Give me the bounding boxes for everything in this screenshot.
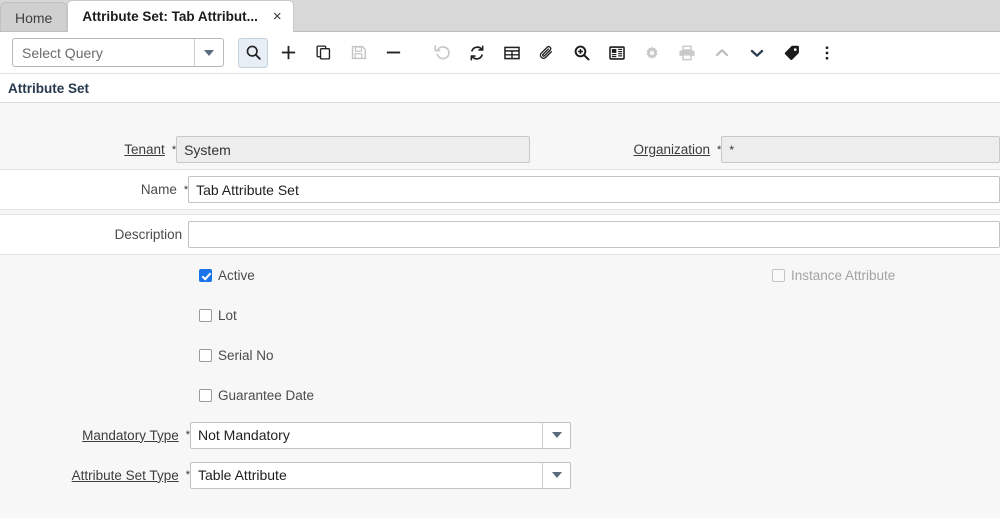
guarantee-date-checkbox[interactable]: Guarantee Date <box>199 388 314 403</box>
chevron-down-icon[interactable] <box>543 432 570 438</box>
tenant-value: System <box>184 142 231 158</box>
instance-attribute-checkbox[interactable]: Instance Attribute <box>772 268 1000 283</box>
tag-icon[interactable] <box>777 38 807 68</box>
close-icon[interactable]: × <box>270 8 285 25</box>
serial-no-checkbox[interactable]: Serial No <box>199 348 274 363</box>
attribute-set-type-dropdown[interactable]: Table Attribute <box>190 462 571 489</box>
lot-label: Lot <box>218 308 237 323</box>
instance-attribute-label: Instance Attribute <box>791 268 895 283</box>
row-guarantee-date: Guarantee Date <box>0 375 1000 415</box>
select-query-value: Select Query <box>13 45 194 61</box>
mandatory-type-dropdown[interactable]: Not Mandatory <box>190 422 571 449</box>
chevron-down-icon[interactable] <box>543 472 570 478</box>
description-label: Description <box>115 227 189 242</box>
name-value: Tab Attribute Set <box>196 182 299 198</box>
search-icon[interactable] <box>238 38 268 68</box>
name-field[interactable]: Tab Attribute Set <box>188 176 1000 203</box>
toolbar: Select Query <box>0 32 1000 74</box>
grid-toggle-icon[interactable] <box>497 38 527 68</box>
print-icon[interactable] <box>672 38 702 68</box>
attribute-set-form: Tenant* System Organization* * Name* Tab… <box>0 103 1000 518</box>
row-mandatory-type: Mandatory Type* Not Mandatory <box>0 415 1000 455</box>
row-serial-no: Serial No <box>0 335 1000 375</box>
tenant-label-cell: Tenant* <box>0 142 176 157</box>
tab-attribute-set[interactable]: Attribute Set: Tab Attribut... × <box>67 0 293 32</box>
chevron-up-icon[interactable] <box>707 38 737 68</box>
delete-icon[interactable] <box>378 38 408 68</box>
row-attribute-set-type: Attribute Set Type* Table Attribute <box>0 455 1000 495</box>
name-label-cell: Name* <box>0 182 188 197</box>
mandatory-type-label-cell: Mandatory Type* <box>0 428 190 443</box>
tenant-field[interactable]: System <box>176 136 530 163</box>
form-top-spacer <box>0 103 1000 130</box>
active-label: Active <box>218 268 255 283</box>
checkbox-icon <box>199 349 212 362</box>
row-lot: Lot <box>0 295 1000 335</box>
guarantee-date-label: Guarantee Date <box>218 388 314 403</box>
row-active-instance: Active Instance Attribute <box>0 255 1000 295</box>
description-field[interactable] <box>188 221 1000 248</box>
organization-value: * <box>729 143 734 157</box>
description-label-cell: Description <box>0 227 188 242</box>
page-title: Attribute Set <box>0 74 1000 103</box>
active-checkbox[interactable]: Active <box>199 268 255 283</box>
report-icon[interactable] <box>602 38 632 68</box>
checkbox-icon <box>772 269 785 282</box>
serial-no-label: Serial No <box>218 348 274 363</box>
copy-record-icon[interactable] <box>308 38 338 68</box>
tab-home-label: Home <box>15 10 52 26</box>
undo-icon[interactable] <box>427 38 457 68</box>
attachment-icon[interactable] <box>532 38 562 68</box>
row-description: Description <box>0 215 1000 255</box>
chevron-down-icon[interactable] <box>742 38 772 68</box>
page-title-label: Attribute Set <box>8 81 89 96</box>
organization-field[interactable]: * <box>721 136 1000 163</box>
tab-bar: Home Attribute Set: Tab Attribut... × <box>0 0 1000 32</box>
tab-attribute-set-label: Attribute Set: Tab Attribut... <box>82 9 257 24</box>
mandatory-type-value: Not Mandatory <box>191 427 542 443</box>
refresh-icon[interactable] <box>462 38 492 68</box>
attribute-set-type-label-cell: Attribute Set Type* <box>0 468 190 483</box>
checkbox-icon <box>199 269 212 282</box>
name-label: Name <box>141 182 183 197</box>
organization-label[interactable]: Organization <box>633 142 716 157</box>
chevron-down-icon[interactable] <box>195 50 223 56</box>
gear-icon[interactable] <box>637 38 667 68</box>
attribute-set-type-label[interactable]: Attribute Set Type <box>72 468 185 483</box>
attribute-set-type-value: Table Attribute <box>191 467 542 483</box>
mandatory-type-label[interactable]: Mandatory Type <box>82 428 185 443</box>
zoom-in-icon[interactable] <box>567 38 597 68</box>
more-vertical-icon[interactable] <box>812 38 842 68</box>
row-tenant-organization: Tenant* System Organization* * <box>0 130 1000 170</box>
new-record-icon[interactable] <box>273 38 303 68</box>
tenant-label[interactable]: Tenant <box>124 142 171 157</box>
row-name: Name* Tab Attribute Set <box>0 170 1000 210</box>
save-icon[interactable] <box>343 38 373 68</box>
checkbox-icon <box>199 389 212 402</box>
select-query-dropdown[interactable]: Select Query <box>12 38 224 67</box>
tab-home[interactable]: Home <box>0 2 67 32</box>
organization-label-cell: Organization* <box>550 142 721 157</box>
checkbox-icon <box>199 309 212 322</box>
lot-checkbox[interactable]: Lot <box>199 308 237 323</box>
